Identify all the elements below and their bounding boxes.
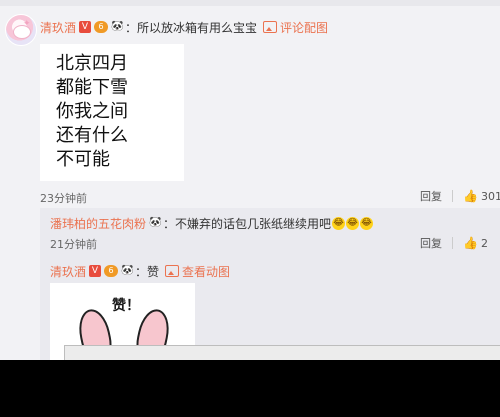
like-icon[interactable]: 👍 <box>463 236 478 250</box>
verified-badge-icon: V <box>79 21 92 33</box>
black-overlay-bar <box>0 360 500 417</box>
comment-image-text: 北京四月 都能下雪 你我之间 还有什么 不可能 <box>56 52 128 172</box>
comment-text: 所以放冰箱有用么宝宝 <box>137 20 258 35</box>
colon-separator: ： <box>135 264 148 279</box>
image-icon <box>165 265 180 277</box>
reply-username[interactable]: 潘玮柏的五花肉粉 <box>50 215 146 232</box>
image-line: 不可能 <box>56 149 110 170</box>
user-avatar[interactable]: ✦ <box>5 14 37 46</box>
comment-actions: 回复 👍 301 <box>420 188 500 204</box>
image-line: 北京四月 <box>56 53 128 74</box>
comment-image[interactable]: 北京四月 都能下雪 你我之间 还有什么 不可能 <box>40 44 184 181</box>
verified-badge-icon: V <box>89 265 102 277</box>
image-icon <box>263 21 278 33</box>
image-line: 还有什么 <box>56 125 128 146</box>
reply-item: 潘玮柏的五花肉粉 🐼 ： 不嫌弃的话包几张纸继续用吧 😂 😂 😂 <box>50 214 374 232</box>
sticker-text: 赞！ <box>112 298 140 314</box>
divider <box>452 190 453 202</box>
reply-text: 赞 <box>147 264 160 279</box>
colon-separator: ： <box>125 20 138 35</box>
reply-actions: 回复 👍 2 <box>420 235 488 251</box>
like-icon[interactable]: 👍 <box>463 189 478 203</box>
level-badge-icon: 6 <box>94 21 109 33</box>
comment-item: ✦ 清玖酒 V 6 🐼 ： 所以放冰箱有用么宝宝 评论配图 北京四月 都能下雪 … <box>0 6 500 206</box>
comment-header: 清玖酒 V 6 🐼 ： 所以放冰箱有用么宝宝 评论配图 <box>40 18 328 36</box>
view-gif-link[interactable]: 查看动图 <box>182 263 230 280</box>
laugh-cry-emoji-icon: 😂 <box>332 216 346 230</box>
comment-username[interactable]: 清玖酒 <box>40 19 76 36</box>
reply-time: 21分钟前 <box>50 238 97 251</box>
divider <box>452 237 453 249</box>
image-line: 你我之间 <box>56 101 128 122</box>
image-line: 都能下雪 <box>56 77 128 98</box>
reply-username[interactable]: 清玖酒 <box>50 263 86 280</box>
reply-button[interactable]: 回复 <box>420 235 442 251</box>
reply-item: 清玖酒 V 6 🐼 ： 赞 查看动图 <box>50 262 230 280</box>
like-count: 2 <box>481 236 488 250</box>
panda-badge-icon: 🐼 <box>111 21 124 32</box>
reply-text: 不嫌弃的话包几张纸继续用吧 <box>175 216 332 231</box>
panda-badge-icon: 🐼 <box>149 217 162 228</box>
laugh-cry-emoji-icon: 😂 <box>360 216 374 230</box>
comment-time: 23分钟前 <box>40 192 87 205</box>
avatar-face <box>13 25 31 39</box>
level-badge-icon: 6 <box>104 265 119 277</box>
colon-separator: ： <box>163 216 176 231</box>
like-count: 301 <box>481 189 500 203</box>
view-comment-pic-link[interactable]: 评论配图 <box>280 19 328 36</box>
laugh-cry-emoji-icon: 😂 <box>346 216 360 230</box>
reply-button[interactable]: 回复 <box>420 188 442 204</box>
panda-badge-icon: 🐼 <box>121 265 134 276</box>
